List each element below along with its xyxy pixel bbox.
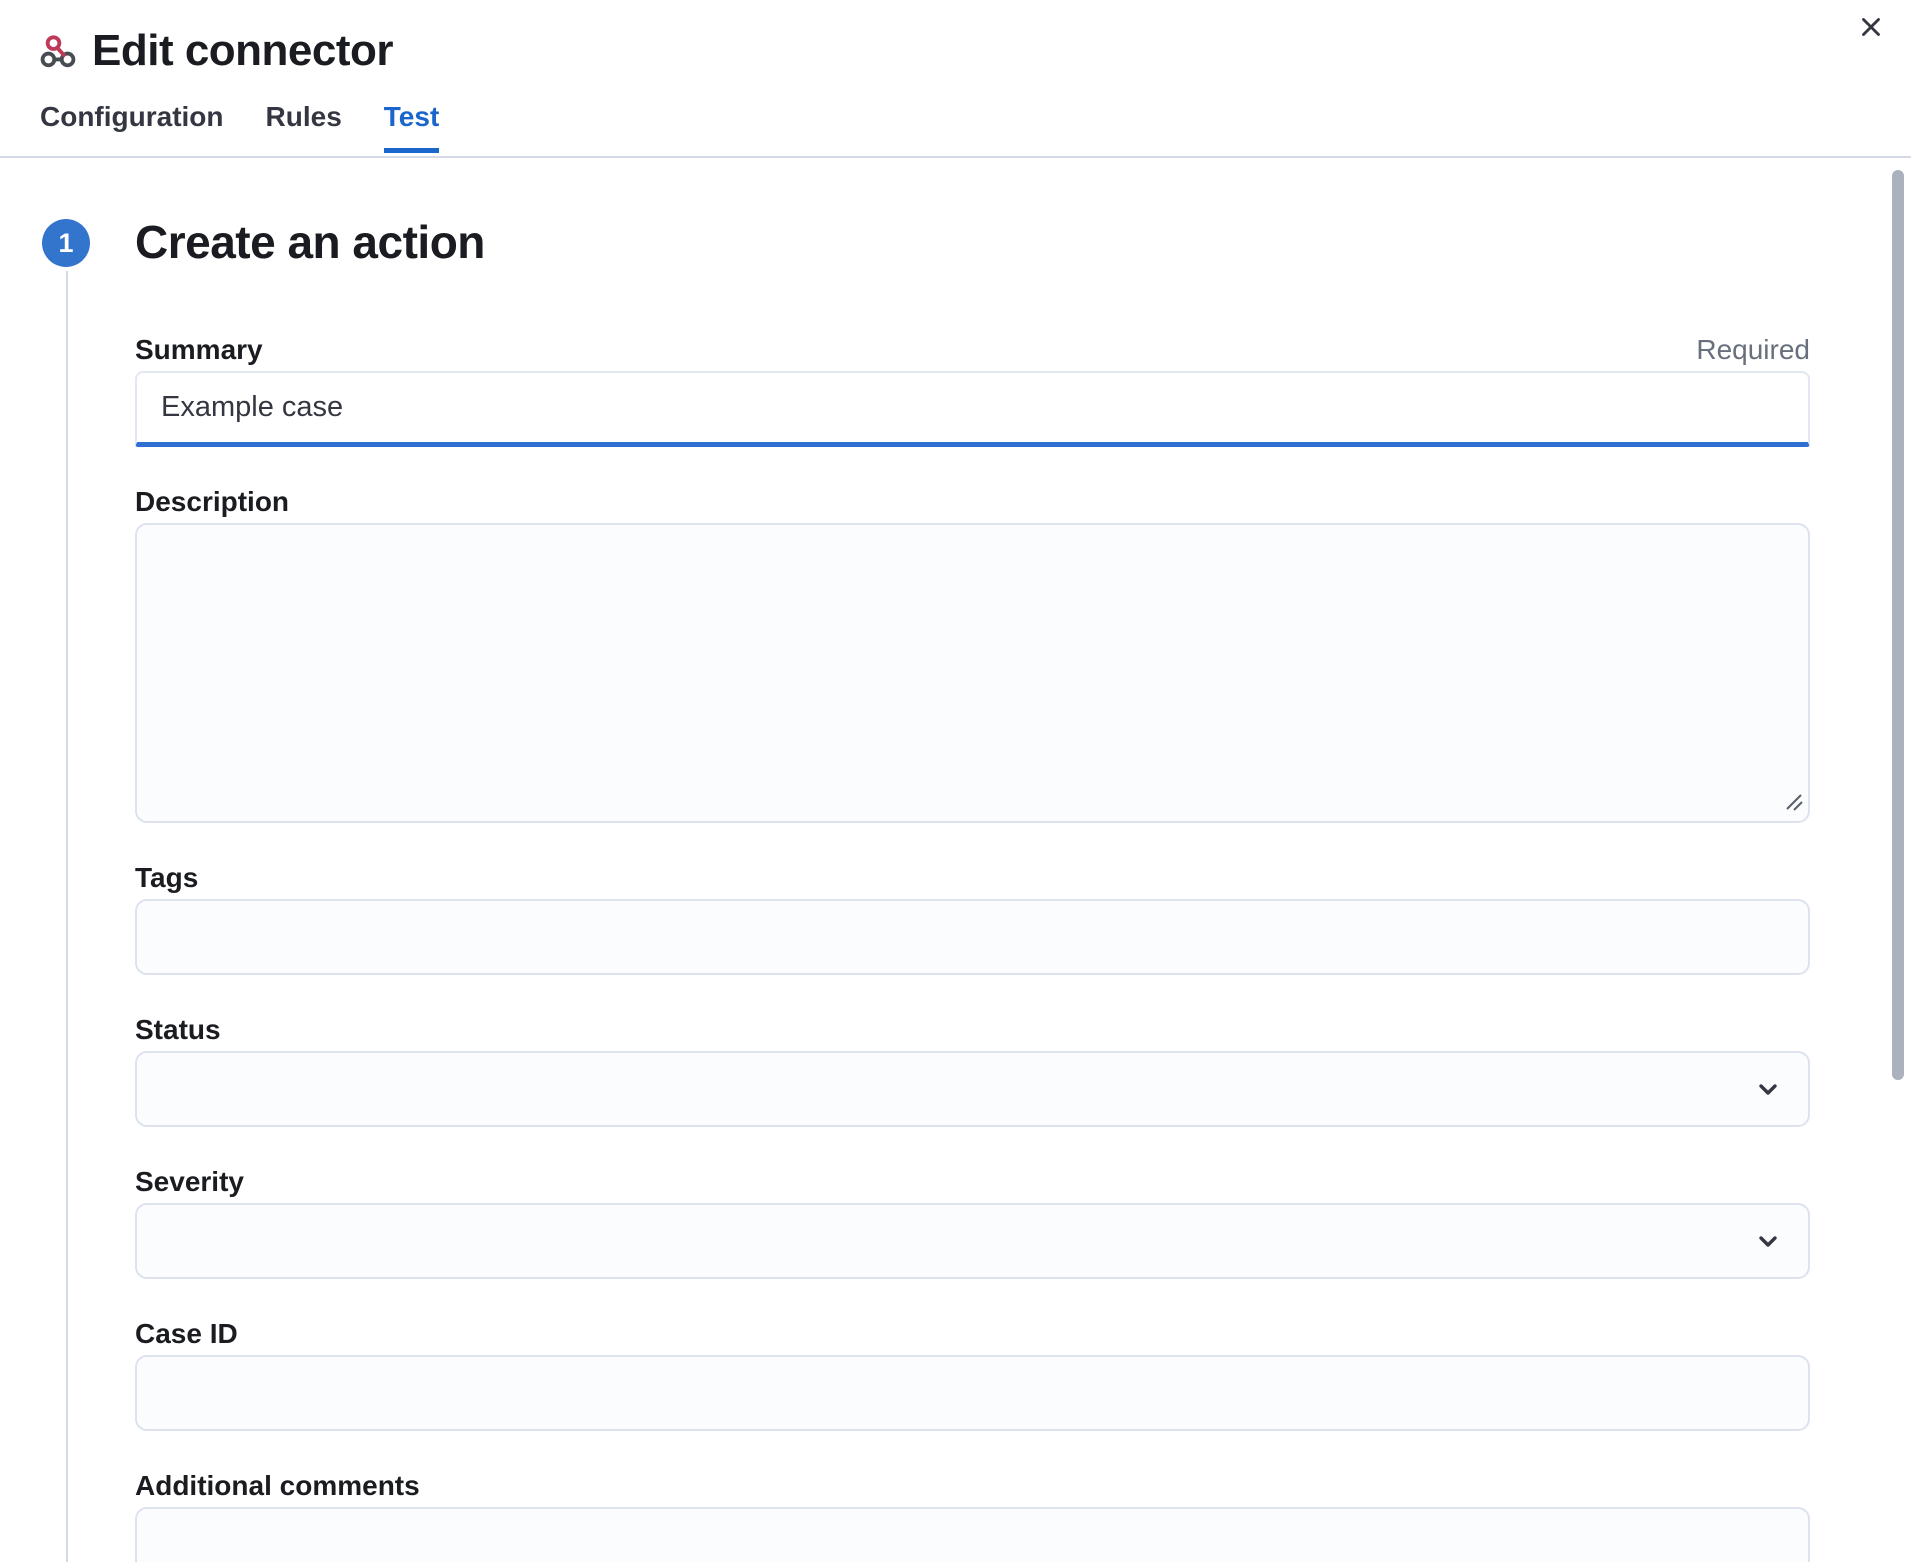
flyout-title: Edit connector [92, 26, 393, 76]
severity-label: Severity [135, 1166, 244, 1197]
field-additional-comments: Additional comments [135, 1469, 1810, 1562]
webhook-connector-icon [40, 33, 76, 69]
status-label: Status [135, 1014, 221, 1045]
field-tags: Tags [135, 861, 1810, 975]
tags-input[interactable] [135, 899, 1810, 975]
status-select[interactable] [135, 1051, 1810, 1127]
close-icon [1856, 12, 1886, 45]
tab-configuration[interactable]: Configuration [40, 100, 224, 153]
chevron-down-icon [1752, 1073, 1784, 1105]
resize-handle-icon[interactable] [1781, 789, 1805, 818]
tab-bar: Configuration Rules Test [0, 100, 1911, 158]
case-id-label: Case ID [135, 1318, 238, 1349]
step-connector-line [66, 271, 68, 1562]
case-id-input[interactable] [135, 1355, 1810, 1431]
tags-label: Tags [135, 862, 198, 893]
additional-comments-label: Additional comments [135, 1470, 420, 1501]
field-case-id: Case ID [135, 1317, 1810, 1431]
scrollbar-thumb[interactable] [1892, 170, 1904, 1080]
field-status: Status [135, 1013, 1810, 1127]
description-label: Description [135, 486, 289, 517]
severity-select[interactable] [135, 1203, 1810, 1279]
step-number-badge: 1 [42, 219, 90, 267]
field-description: Description [135, 485, 1810, 823]
step-title: Create an action [135, 216, 1810, 268]
tab-rules[interactable]: Rules [266, 100, 342, 153]
field-severity: Severity [135, 1165, 1810, 1279]
summary-label: Summary [135, 333, 263, 367]
summary-input[interactable] [135, 371, 1810, 447]
create-action-section: Create an action Summary Required Descri… [135, 216, 1810, 1562]
tab-test[interactable]: Test [384, 100, 440, 153]
description-textarea[interactable] [135, 523, 1810, 823]
additional-comments-textarea[interactable] [135, 1507, 1810, 1562]
edit-connector-flyout: Edit connector Configuration Rules Test … [0, 0, 1911, 1562]
required-hint: Required [1696, 333, 1810, 367]
vertical-scrollbar[interactable] [1891, 162, 1905, 1562]
field-summary: Summary Required [135, 333, 1810, 447]
chevron-down-icon [1752, 1225, 1784, 1257]
flyout-header: Edit connector [0, 0, 1911, 74]
close-button[interactable] [1847, 4, 1895, 52]
